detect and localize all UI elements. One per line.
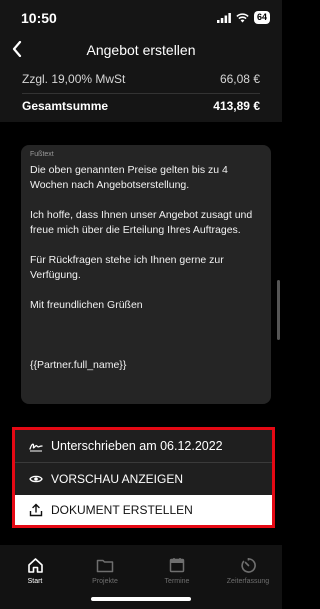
tax-value: 66,08 € bbox=[219, 72, 260, 86]
create-document-button[interactable]: DOKUMENT ERSTELLEN bbox=[15, 495, 272, 525]
preview-label: VORSCHAU ANZEIGEN bbox=[51, 472, 184, 486]
price-summary: Zzgl. 19,00% MwSt 66,08 € Gesamtsumme 41… bbox=[0, 64, 282, 122]
actions-panel: Unterschrieben am 06.12.2022 VORSCHAU AN… bbox=[12, 427, 275, 528]
signed-button[interactable]: Unterschrieben am 06.12.2022 bbox=[15, 430, 272, 462]
signed-label: Unterschrieben am 06.12.2022 bbox=[51, 439, 223, 453]
tab-label: Termine bbox=[164, 578, 190, 585]
home-indicator[interactable] bbox=[91, 597, 191, 601]
footer-text-value[interactable]: Die oben genannten Preise gelten bis zu … bbox=[30, 163, 262, 373]
footer-text-field[interactable]: Fußtext Die oben genannten Preise gelten… bbox=[21, 145, 271, 404]
status-bar: 10:50 64 bbox=[0, 0, 282, 34]
tab-label: Start bbox=[27, 578, 43, 585]
tab-label: Projekte bbox=[92, 578, 118, 585]
timer-icon bbox=[240, 557, 256, 573]
total-row: Gesamtsumme 413,89 € bbox=[22, 99, 260, 113]
tax-row: Zzgl. 19,00% MwSt 66,08 € bbox=[22, 72, 260, 86]
tab-start[interactable]: Start bbox=[5, 555, 65, 585]
preview-button[interactable]: VORSCHAU ANZEIGEN bbox=[15, 463, 272, 495]
create-document-label: DOKUMENT ERSTELLEN bbox=[51, 503, 193, 517]
eye-icon bbox=[29, 475, 43, 483]
signal-icon bbox=[216, 12, 231, 23]
footer-text-label: Fußtext bbox=[30, 151, 54, 158]
tab-zeiterfassung[interactable]: Zeiterfassung bbox=[218, 555, 278, 585]
status-time: 10:50 bbox=[21, 10, 57, 26]
tab-termine[interactable]: Termine bbox=[147, 555, 207, 585]
tab-label: Zeiterfassung bbox=[226, 578, 270, 585]
total-value: 413,89 € bbox=[213, 99, 260, 113]
nav-bar: Angebot erstellen bbox=[0, 34, 282, 64]
divider bbox=[22, 93, 260, 94]
battery-icon: 64 bbox=[253, 11, 270, 24]
signature-icon bbox=[29, 443, 43, 452]
tab-projekte[interactable]: Projekte bbox=[75, 555, 135, 585]
home-icon bbox=[27, 557, 43, 573]
folder-icon bbox=[96, 559, 114, 572]
page-title: Angebot erstellen bbox=[86, 42, 196, 58]
status-icons: 64 bbox=[216, 11, 270, 24]
wifi-icon bbox=[236, 12, 249, 22]
upload-icon bbox=[29, 503, 43, 517]
calendar-icon bbox=[169, 558, 185, 573]
scrollbar[interactable] bbox=[277, 280, 280, 340]
total-label: Gesamtsumme bbox=[22, 99, 109, 113]
tax-label: Zzgl. 19,00% MwSt bbox=[22, 72, 126, 86]
